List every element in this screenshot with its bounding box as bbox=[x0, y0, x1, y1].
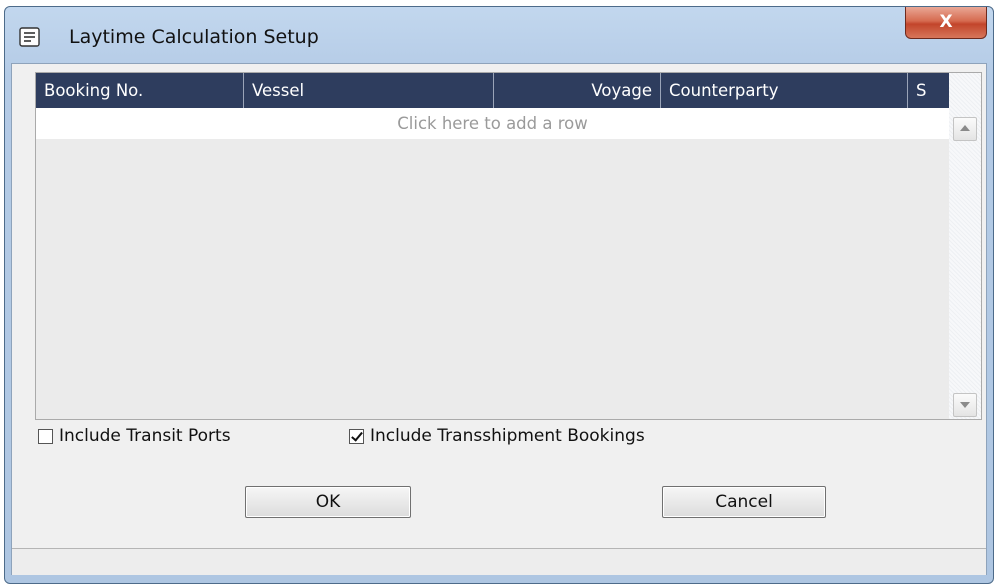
close-icon: X bbox=[939, 12, 953, 32]
grid-header: Booking No. Vessel Voyage Counterparty S bbox=[36, 73, 949, 108]
include-transshipment-option[interactable]: Include Transshipment Bookings bbox=[349, 426, 645, 446]
vertical-scrollbar[interactable] bbox=[949, 73, 981, 419]
arrow-down-icon bbox=[960, 402, 970, 408]
column-header-voyage[interactable]: Voyage bbox=[494, 73, 661, 108]
include-transit-ports-option[interactable]: Include Transit Ports bbox=[38, 426, 231, 446]
cancel-button[interactable]: Cancel bbox=[662, 486, 826, 518]
scroll-up-button[interactable] bbox=[953, 117, 977, 141]
add-row-prompt[interactable]: Click here to add a row bbox=[36, 108, 949, 139]
dialog-body: Booking No. Vessel Voyage Counterparty S… bbox=[11, 63, 987, 575]
include-transshipment-label: Include Transshipment Bookings bbox=[370, 426, 645, 446]
column-header-booking-no[interactable]: Booking No. bbox=[36, 73, 244, 108]
window-title: Laytime Calculation Setup bbox=[69, 26, 319, 48]
ok-button[interactable]: OK bbox=[245, 486, 411, 518]
include-transit-ports-checkbox[interactable] bbox=[38, 428, 53, 444]
column-header-counterparty[interactable]: Counterparty bbox=[661, 73, 908, 108]
column-header-s[interactable]: S bbox=[908, 73, 949, 108]
title-bar[interactable]: Laytime Calculation Setup X bbox=[5, 7, 993, 63]
status-bar bbox=[12, 548, 986, 575]
arrow-up-icon bbox=[960, 125, 970, 131]
include-transit-ports-label: Include Transit Ports bbox=[59, 426, 231, 446]
close-button[interactable]: X bbox=[905, 7, 987, 39]
bookings-grid: Booking No. Vessel Voyage Counterparty S… bbox=[35, 72, 982, 420]
dialog-window: Laytime Calculation Setup X Booking No. … bbox=[4, 6, 994, 584]
column-header-vessel[interactable]: Vessel bbox=[244, 73, 494, 108]
scroll-down-button[interactable] bbox=[953, 393, 977, 417]
include-transshipment-checkbox[interactable] bbox=[349, 428, 364, 444]
document-list-icon bbox=[19, 27, 40, 47]
